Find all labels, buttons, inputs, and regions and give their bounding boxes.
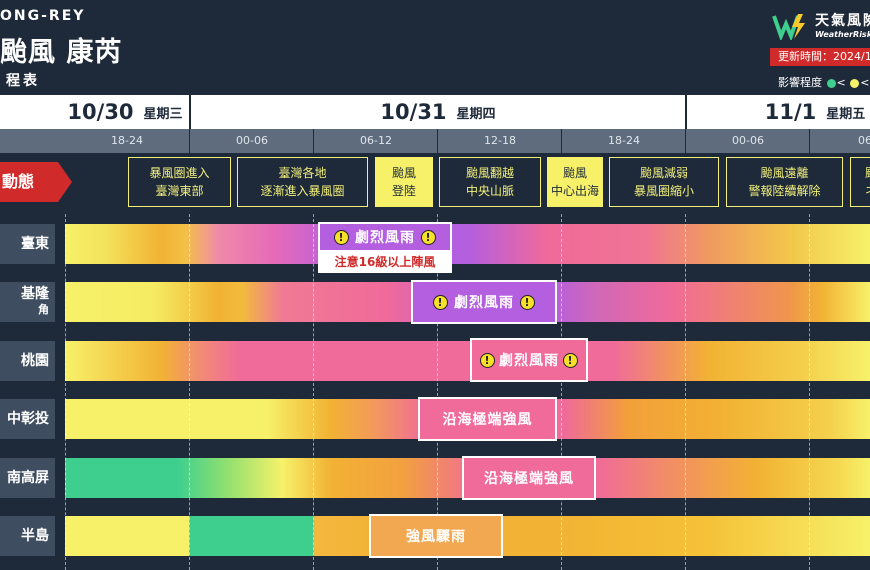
stage-box: 暴風圈進入 臺灣東部: [128, 157, 231, 207]
warning-icon: !: [480, 352, 495, 368]
impact-tag-severe: ! 劇烈風雨!: [411, 280, 557, 324]
impact-tag-text: 劇烈風雨: [454, 295, 514, 311]
stage-box: 颱風翻越 中央山脈: [439, 157, 541, 207]
region-label: 中彰投: [0, 399, 55, 439]
weekday-label: 星期三: [143, 106, 183, 122]
date-label: 10/30: [67, 100, 134, 124]
impact-lt-2: <: [860, 76, 870, 89]
time-guide-line: [189, 214, 190, 570]
region-name: 臺東: [21, 235, 49, 252]
date-cell: 11/1 星期五: [735, 95, 870, 129]
logo-chinese-name: 天氣風險: [815, 13, 870, 29]
impact-tag-text: 沿海極端強風: [484, 471, 574, 487]
page-title: 颱風 康芮: [0, 37, 123, 68]
time-guide-line: [561, 214, 562, 570]
stage-line2: 警報陸續解除: [748, 184, 821, 198]
date-cell: 10/31 星期四: [190, 95, 686, 129]
impact-tag-severe: ! 劇烈風雨!: [470, 338, 588, 382]
date-label: 10/31: [380, 100, 447, 124]
stage-line1: 颱風減弱: [639, 166, 688, 180]
warning-icon: !: [433, 294, 448, 310]
warning-icon: !: [520, 294, 535, 310]
date-cell: 10/30 星期三: [60, 95, 190, 129]
region-label: 半島: [0, 516, 55, 556]
time-slot: 18-24: [111, 134, 143, 147]
stage-line1: 暴風圈進入: [149, 166, 210, 180]
impact-tag-wind: 沿海極端強風: [462, 456, 596, 500]
region-label: 桃園: [0, 341, 55, 381]
logo-english-name: WeatherRisk: [815, 30, 870, 39]
time-guide-line: [313, 214, 314, 570]
impact-tag-rain: 強風驟雨: [369, 514, 503, 558]
stage-line2: 登陸: [391, 184, 416, 198]
time-slot: 06: [858, 134, 870, 147]
region-bar-taoyuan: [65, 341, 870, 381]
stage-line2: 臺灣東部: [155, 184, 204, 198]
typhoon-english-name: ONG-REY: [0, 8, 86, 24]
stage-line2: 逐漸進入暴風圈: [260, 184, 345, 198]
stage-line1: 颱風翻越: [465, 166, 514, 180]
header: [0, 0, 870, 95]
time-slot: 00-06: [732, 134, 764, 147]
impact-legend-label: 影響程度: [778, 76, 822, 89]
update-time-badge: 更新時間：2024/1: [770, 48, 870, 66]
weekday-label: 星期四: [456, 106, 496, 122]
stage-box: 颱ネ: [850, 157, 870, 207]
region-name: 半島: [21, 527, 49, 544]
date-divider: [685, 95, 687, 129]
time-guide-line: [65, 214, 66, 570]
impact-legend: 影響程度 < <: [778, 74, 869, 90]
time-guide-line: [685, 214, 686, 570]
impact-tag-text: 強風驟雨: [406, 529, 466, 545]
impact-tag-wind: 沿海極端強風: [418, 397, 557, 441]
weekday-label: 星期五: [826, 106, 866, 122]
stage-box: 颱風減弱 暴風圈縮小: [609, 157, 719, 207]
warning-icon: !: [563, 352, 578, 368]
time-slot-row: 18-24 00-06 06-12 12-18 18-24 00-06 06: [0, 129, 870, 153]
warning-icon: !: [334, 229, 349, 245]
region-label: 臺東: [0, 224, 55, 264]
region-sub-name: 角: [38, 303, 49, 316]
time-slot: 18-24: [608, 134, 640, 147]
impact-tag-text: 沿海極端強風: [442, 412, 533, 428]
stage-line2: 中央山脈: [465, 184, 514, 198]
warning-icon: !: [421, 229, 436, 245]
region-label: 南高屏: [0, 458, 55, 498]
impact-medium-dot: [850, 78, 860, 88]
region-name: 基隆: [21, 286, 49, 302]
stage-line1: 颱風遠離: [760, 166, 809, 180]
region-label: 基隆角: [0, 282, 55, 322]
time-slot: 12-18: [484, 134, 516, 147]
stage-line1: 颱: [865, 164, 870, 182]
stage-box: 臺灣各地逐漸進入暴風圈: [237, 157, 368, 207]
time-slot: 00-06: [236, 134, 268, 147]
gust-warning-note: 注意16級以上陣風: [318, 251, 452, 273]
stage-box-highlight: 颱風 中心出海: [547, 157, 603, 207]
impact-tag-severe: ! 劇烈風雨!: [318, 222, 452, 252]
impact-tag-text: 劇烈風雨: [499, 353, 559, 369]
region-name: 桃園: [21, 352, 49, 369]
impact-low-dot: [826, 78, 836, 88]
impact-lt-1: <: [836, 76, 846, 89]
date-row: 10/30 星期三 10/31 星期四 11/1 星期五: [0, 95, 870, 129]
stage-box: 颱風遠離警報陸續解除: [726, 157, 843, 207]
stage-line2: 暴風圈縮小: [633, 184, 694, 198]
date-label: 11/1: [764, 100, 817, 124]
region-name: 南高屏: [7, 469, 49, 486]
weatherrisk-logo-icon: [772, 14, 805, 40]
stage-box-highlight: 颱風 登陸: [375, 157, 433, 207]
time-guide-line: [809, 214, 810, 570]
stage-line1: 颱風: [391, 166, 416, 180]
stage-line1: 臺灣各地: [278, 166, 327, 180]
stage-line1: 颱風: [562, 166, 587, 180]
region-name: 中彰投: [7, 410, 49, 427]
time-slot: 06-12: [360, 134, 392, 147]
page-subtitle: 程表: [6, 73, 40, 89]
region-bar-taitung: [65, 224, 870, 264]
stage-line2: ネ: [865, 182, 870, 200]
dynamics-label: 動態: [2, 172, 35, 191]
impact-tag-text: 劇烈風雨: [355, 230, 415, 246]
stage-line2: 中心出海: [550, 184, 599, 198]
